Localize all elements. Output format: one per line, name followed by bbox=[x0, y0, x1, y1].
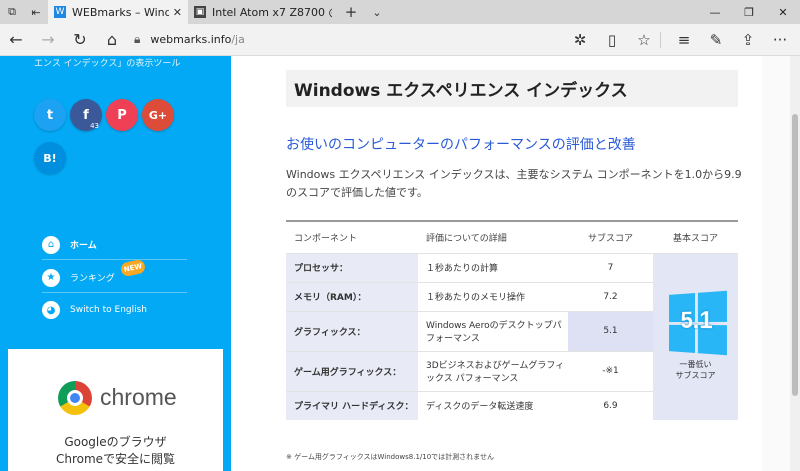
column-header: コンポーネント bbox=[286, 220, 418, 253]
minimize-icon[interactable]: — bbox=[698, 0, 732, 24]
sidebar-item-label: ホーム bbox=[70, 241, 97, 251]
chrome-ad[interactable]: chrome Googleのブラウザ Chromeで安全に閲覧 bbox=[8, 349, 223, 471]
score-table: コンポーネント 評価についての詳細 サブスコア 基本スコア プロセッサ： １秒あ… bbox=[286, 220, 738, 420]
reading-view-icon[interactable]: ▯ bbox=[596, 31, 628, 49]
vertical-scrollbar[interactable] bbox=[790, 56, 800, 471]
navigation-bar: ← → ↻ ⌂ 🔒︎ webmarks.info/ja ✲ ▯ ☆ ≡ ✎ ⇪ … bbox=[0, 24, 800, 56]
tab-bar: ⧉ ⇤ W WEBmarks – Windows 1 ✕ ▣ Intel Ato… bbox=[0, 0, 800, 24]
scrollbar-thumb[interactable] bbox=[792, 114, 798, 396]
home-icon: ⌂ bbox=[42, 235, 60, 254]
component-detail: １秒あたりの計算 bbox=[418, 252, 568, 282]
star-icon: ★ bbox=[42, 268, 60, 287]
url-path: /ja bbox=[231, 33, 245, 46]
tab-title: WEBmarks – Windows 1 bbox=[72, 5, 169, 19]
window-controls: — ❐ ✕ bbox=[698, 0, 800, 24]
close-tab-icon[interactable]: ✕ bbox=[173, 6, 182, 19]
main-content: Windows エクスペリエンス インデックス お使いのコンピューターのパフォー… bbox=[231, 56, 762, 471]
pocket-icon: P bbox=[117, 107, 127, 123]
cpu-favicon-icon: ▣ bbox=[194, 6, 206, 18]
refresh-icon[interactable]: ↻ bbox=[64, 24, 96, 56]
toolbar-divider bbox=[660, 32, 668, 48]
component-detail: ディスクのデータ転送速度 bbox=[418, 390, 568, 420]
subscore: -※1 bbox=[568, 350, 653, 391]
google-plus-share-button[interactable]: G+ bbox=[142, 99, 174, 131]
hatena-icon: B! bbox=[43, 151, 57, 165]
webmarks-favicon-icon: W bbox=[54, 6, 66, 18]
subscore-lowest: 5.1 bbox=[568, 310, 653, 351]
sidebar-item-label: ランキング bbox=[70, 274, 115, 284]
chrome-wordmark: chrome bbox=[100, 384, 177, 410]
subscore: 7 bbox=[568, 252, 653, 282]
base-score-cell: 5.1 一番低い サブスコア bbox=[653, 252, 738, 420]
close-window-icon[interactable]: ✕ bbox=[766, 0, 800, 24]
set-tabs-aside-icon[interactable]: ⇤ bbox=[24, 0, 48, 24]
sidebar-item-ranking[interactable]: ★ ランキング bbox=[42, 263, 187, 293]
component-name: グラフィックス： bbox=[286, 310, 418, 351]
table-row: プロセッサ： １秒あたりの計算 7 5.1 一番低い サブスコア bbox=[286, 252, 738, 420]
page-margin bbox=[762, 56, 790, 471]
component-detail: Windows Aeroのデスクトップパフォーマンス bbox=[418, 310, 568, 351]
hatena-share-button[interactable]: B! bbox=[34, 142, 66, 174]
tab-title: Intel Atom x7 Z8700 @ 2.5... bbox=[212, 5, 332, 19]
footnote: ※ ゲーム用グラフィックスはWindows8.1/10では計測されません bbox=[286, 453, 494, 461]
windows-logo-icon: 5.1 bbox=[668, 290, 727, 355]
tab-webmarks[interactable]: W WEBmarks – Windows 1 ✕ bbox=[48, 0, 188, 24]
facebook-share-button[interactable]: f 43 bbox=[70, 99, 102, 131]
address-bar[interactable]: 🔒︎ webmarks.info/ja bbox=[134, 24, 245, 56]
column-header: 基本スコア bbox=[653, 220, 738, 253]
tab-intel-atom[interactable]: ▣ Intel Atom x7 Z8700 @ 2.5... bbox=[188, 0, 338, 24]
new-tab-icon[interactable]: + bbox=[338, 0, 364, 24]
sidebar-item-english[interactable]: ◕ Switch to English bbox=[42, 295, 187, 325]
twitter-share-button[interactable]: t bbox=[34, 99, 66, 131]
table-header-row: コンポーネント 評価についての詳細 サブスコア 基本スコア bbox=[286, 220, 738, 253]
sidebar-item-home[interactable]: ⌂ ホーム bbox=[42, 230, 187, 260]
lock-icon: 🔒︎ bbox=[134, 32, 141, 46]
page-title: Windows エクスペリエンス インデックス bbox=[286, 70, 738, 107]
forward-arrow-icon[interactable]: → bbox=[32, 24, 64, 56]
url-domain: webmarks.info bbox=[150, 33, 232, 46]
sidebar: エンス インデックス」の表示ツール t f 43 P G+ B! ⌂ ホーム ★… bbox=[0, 56, 231, 471]
component-name: プロセッサ： bbox=[286, 252, 418, 282]
toolbar-right: ✲ ▯ ☆ ≡ ✎ ⇪ ··· bbox=[564, 24, 796, 56]
globe-icon: ◕ bbox=[42, 301, 60, 319]
column-header: 評価についての詳細 bbox=[418, 220, 568, 253]
component-detail: 3Dビジネスおよびゲームグラフィックス パフォーマンス bbox=[418, 350, 568, 391]
component-name: ゲーム用グラフィックス： bbox=[286, 350, 418, 391]
intro-paragraph: Windows エクスペリエンス インデックスは、主要なシステム コンポーネント… bbox=[286, 168, 742, 199]
base-score-label-2: サブスコア bbox=[675, 370, 716, 380]
maximize-icon[interactable]: ❐ bbox=[732, 0, 766, 24]
component-name: プライマリ ハードディスク： bbox=[286, 390, 418, 420]
extension-puzzle-icon[interactable]: ✲ bbox=[564, 31, 596, 49]
component-detail: １秒あたりのメモリ操作 bbox=[418, 281, 568, 311]
ad-line-2: Chromeで安全に閲覧 bbox=[55, 452, 176, 466]
home-icon[interactable]: ⌂ bbox=[96, 24, 128, 56]
google-plus-icon: G+ bbox=[148, 108, 168, 122]
chrome-logo-icon bbox=[58, 381, 92, 415]
section-heading: お使いのコンピューターのパフォーマンスの評価と改善 bbox=[286, 137, 636, 153]
facebook-count: 43 bbox=[90, 122, 99, 130]
web-note-pen-icon[interactable]: ✎ bbox=[700, 31, 732, 49]
base-score-value: 5.1 bbox=[680, 306, 713, 335]
subscore: 7.2 bbox=[568, 281, 653, 311]
back-arrow-icon[interactable]: ← bbox=[0, 24, 32, 56]
more-menu-icon[interactable]: ··· bbox=[764, 31, 796, 49]
tab-preview-icon[interactable]: ⧉ bbox=[0, 0, 24, 24]
facebook-icon: f bbox=[83, 107, 89, 123]
share-icon[interactable]: ⇪ bbox=[732, 31, 764, 49]
hub-icon[interactable]: ≡ bbox=[668, 31, 700, 49]
column-header: サブスコア bbox=[568, 220, 653, 253]
favorite-star-icon[interactable]: ☆ bbox=[628, 31, 660, 49]
sidebar-top-text: エンス インデックス」の表示ツール bbox=[34, 59, 181, 69]
ad-line-1: Googleのブラウザ bbox=[64, 435, 167, 449]
tab-list-chevron-down-icon[interactable]: ⌄ bbox=[364, 0, 390, 24]
pocket-share-button[interactable]: P bbox=[106, 99, 138, 131]
subscore: 6.9 bbox=[568, 390, 653, 420]
twitter-icon: t bbox=[46, 107, 54, 123]
base-score-label-1: 一番低い bbox=[679, 359, 712, 369]
sidebar-item-label: Switch to English bbox=[70, 305, 148, 315]
component-name: メモリ（RAM）： bbox=[286, 281, 418, 311]
